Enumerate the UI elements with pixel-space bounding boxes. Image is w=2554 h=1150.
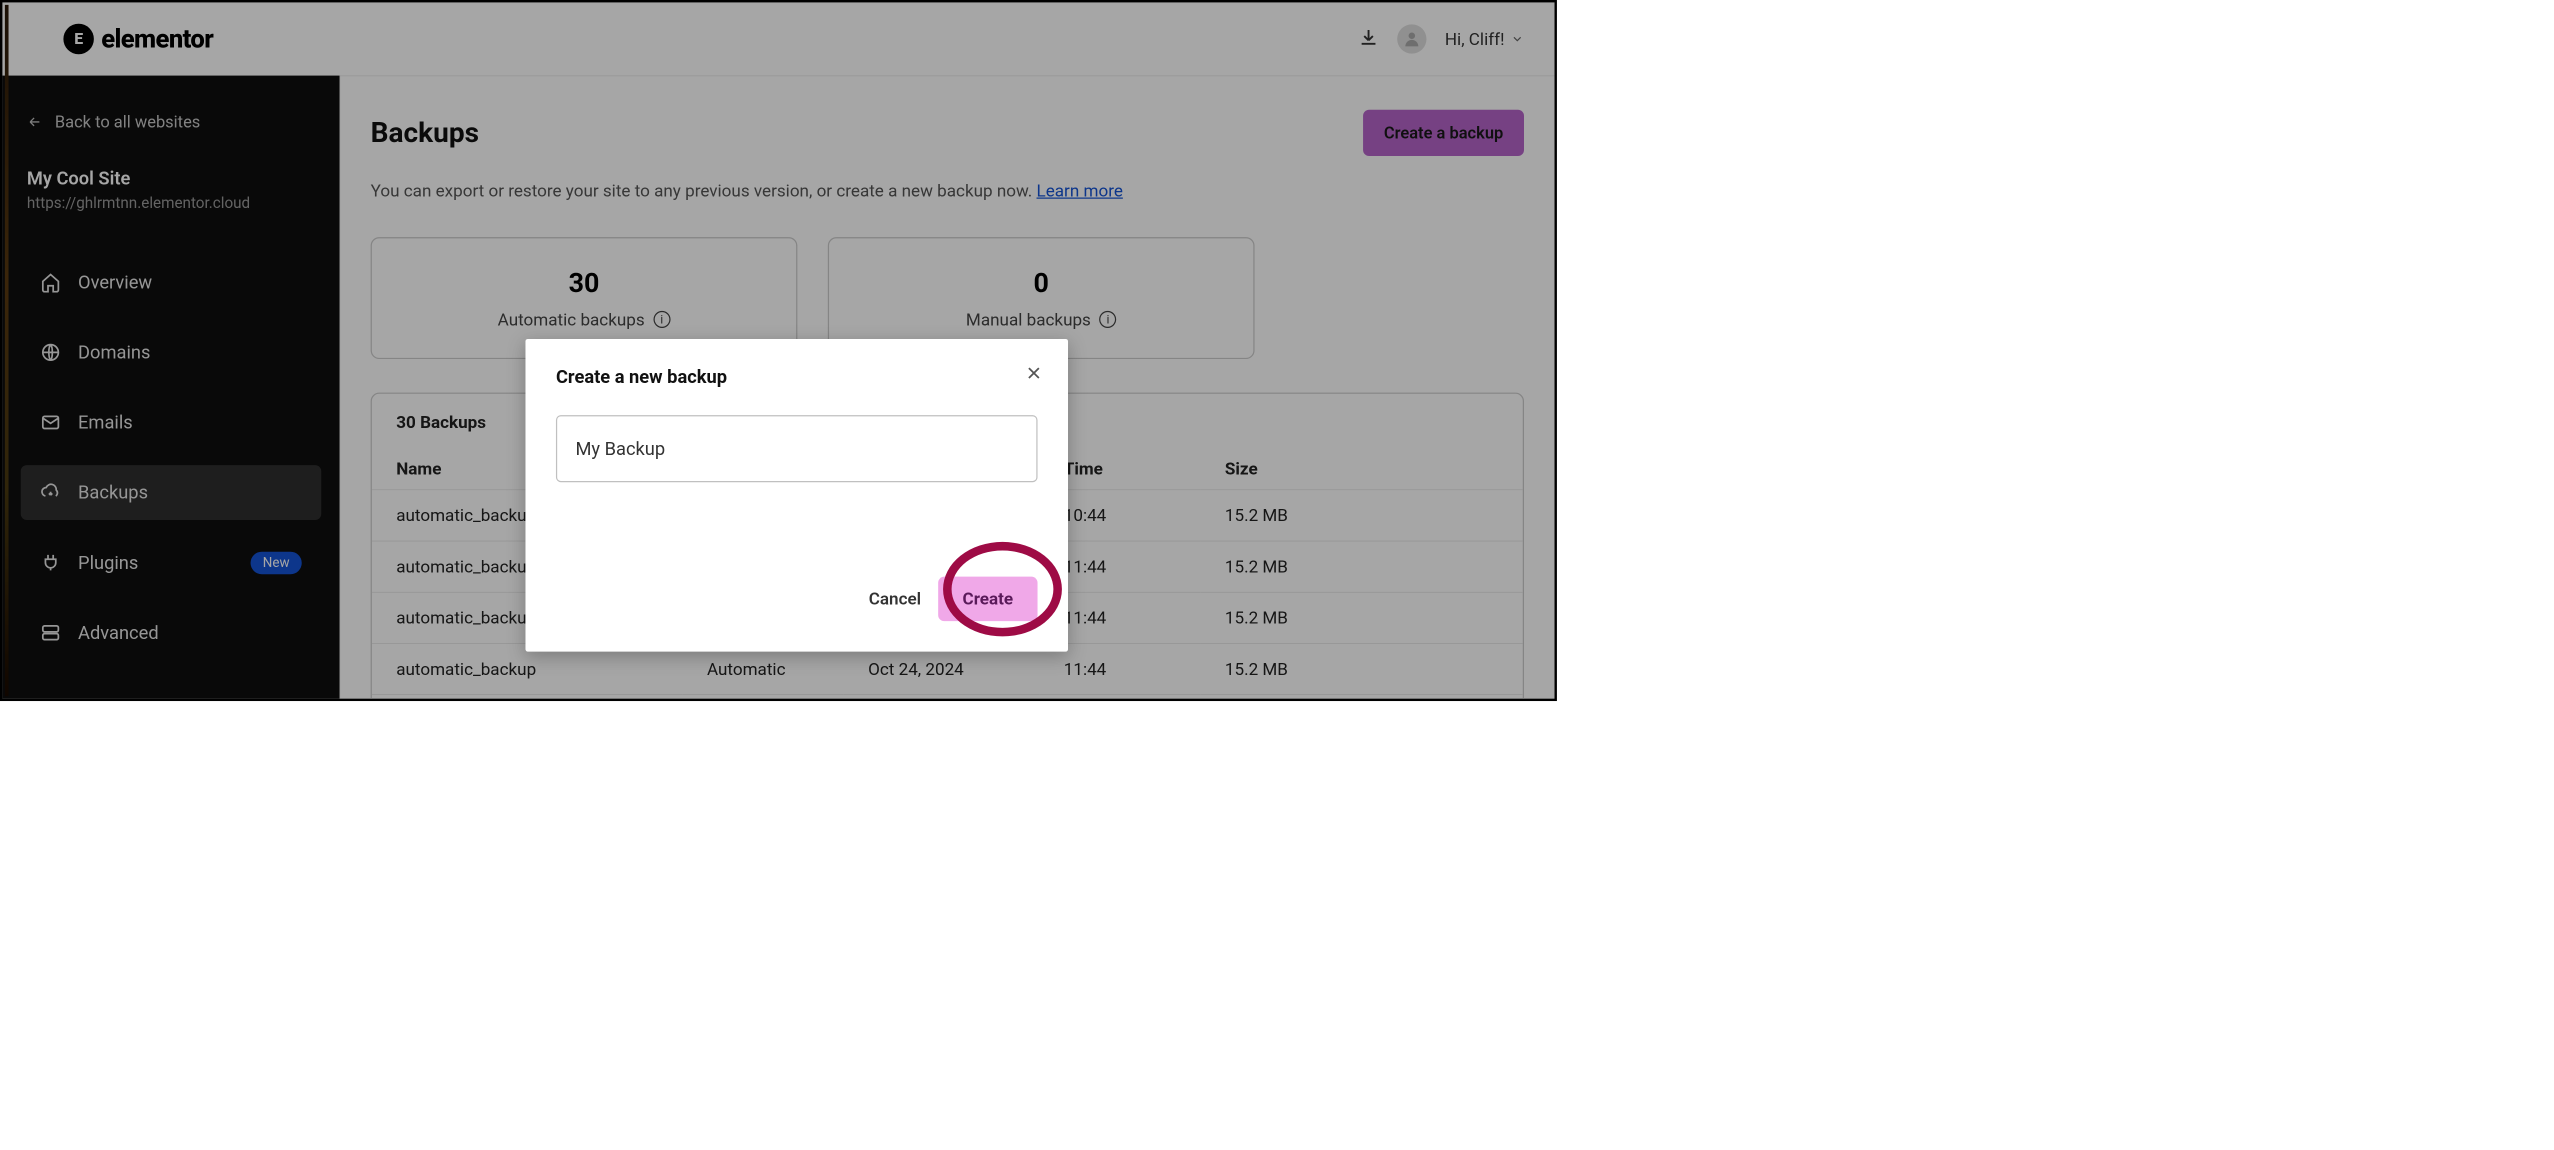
- modal-title: Create a new backup: [556, 366, 1038, 387]
- cancel-button[interactable]: Cancel: [864, 578, 926, 620]
- backup-name-input[interactable]: [556, 415, 1038, 482]
- close-icon[interactable]: [1025, 365, 1042, 385]
- highlight-annotation: [943, 542, 1062, 636]
